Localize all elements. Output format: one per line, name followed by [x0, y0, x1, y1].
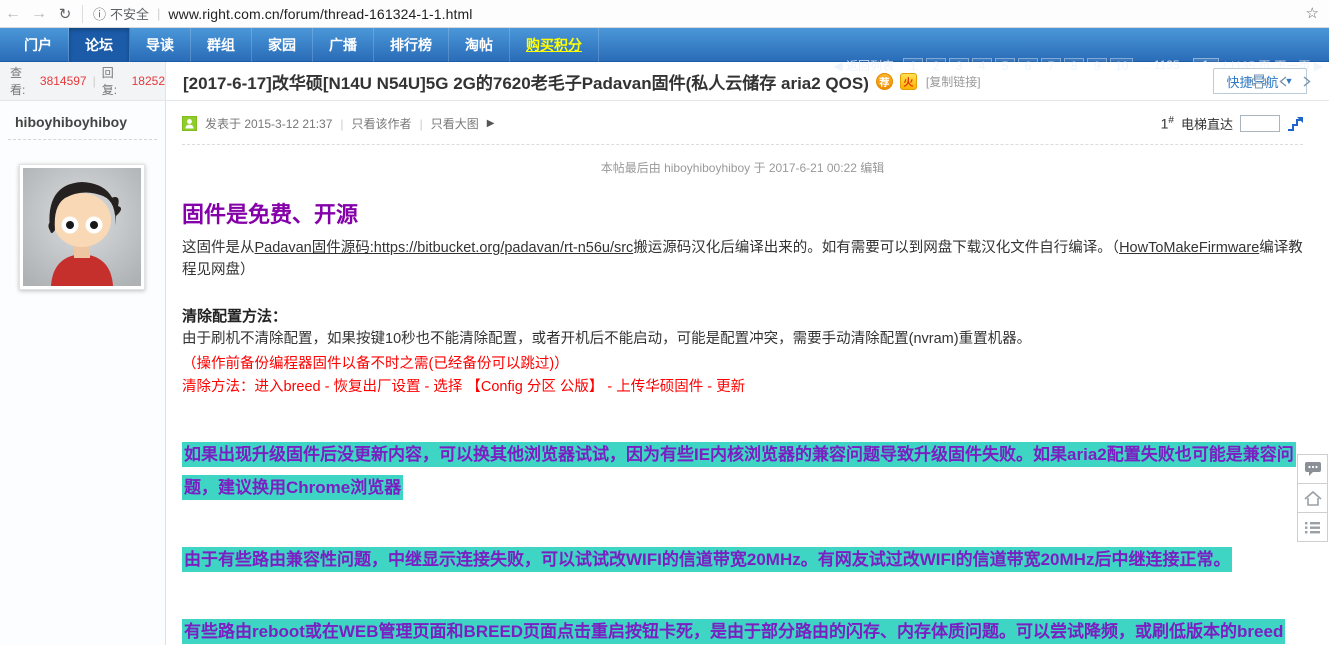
- elevator-jump-icon[interactable]: [1287, 116, 1303, 131]
- address-bar-divider: [82, 5, 83, 23]
- sidebar-divider: [8, 139, 157, 140]
- highlight-paragraph-2: 由于有些路由兼容性问题，中继显示连接失败，可以试试改WIFI的信道带宽20MHz…: [182, 543, 1300, 576]
- highlight-paragraph-1: 如果出现升级固件后没更新内容，可以换其他浏览器试试，因为有些IE内核浏览器的兼容…: [182, 438, 1300, 504]
- replies-label: 回复:: [102, 64, 128, 98]
- post-meta-right: 1# 电梯直达: [1161, 114, 1303, 133]
- replies-count: 18252: [132, 74, 165, 88]
- comment-bubble-icon: [1304, 461, 1322, 477]
- forum-navbar: 门户 论坛 导读 群组 家园 广播 排行榜 淘帖 购买积分 ◀ 返回列表 1 2…: [0, 28, 1329, 62]
- info-icon[interactable]: ⓘ: [93, 4, 106, 23]
- avatar[interactable]: [19, 164, 145, 290]
- post-content: 发表于 2015-3-12 21:37 | 只看该作者 | 只看大图 ▶ 1# …: [166, 101, 1329, 645]
- backup-warning: （操作前备份编程器固件以备不时之需(已经备份可以跳过)）: [182, 353, 1303, 376]
- clear-config-heading: 清除配置方法：: [182, 305, 1303, 326]
- url-divider: |: [157, 6, 160, 21]
- intro-text-pre: 这固件是从: [182, 240, 255, 256]
- copy-link-button[interactable]: [复制链接]: [926, 73, 981, 90]
- nav-item-taotie[interactable]: 淘帖: [449, 28, 510, 62]
- post-meta-left: 发表于 2015-3-12 21:37 | 只看该作者 | 只看大图 ▶: [182, 115, 494, 132]
- hot-badge-icon: 火: [900, 73, 917, 90]
- intro-paragraph: 这固件是从Padavan固件源码:https://bitbucket.org/p…: [182, 237, 1303, 281]
- nav-item-groups[interactable]: 群组: [191, 28, 252, 62]
- back-to-top-button[interactable]: [1297, 483, 1328, 513]
- posted-time: 发表于 2015-3-12 21:37: [205, 115, 332, 132]
- address-url[interactable]: www.right.com.cn/forum/thread-161324-1-1…: [168, 6, 472, 22]
- nav-item-broadcast[interactable]: 广播: [313, 28, 374, 62]
- list-icon: [1304, 520, 1321, 535]
- nav-item-ranking[interactable]: 排行榜: [374, 28, 449, 62]
- views-label: 查看:: [10, 64, 36, 98]
- clear-steps-warning: 清除方法：进入breed - 恢复出厂设置 - 选择 【Config 分区 公版…: [182, 376, 1303, 399]
- thread-header-tools: [1251, 62, 1329, 100]
- stats-divider: |: [93, 74, 96, 88]
- print-icon[interactable]: [1251, 74, 1267, 89]
- browser-back-icon[interactable]: ←: [0, 5, 26, 23]
- padavan-source-link[interactable]: Padavan固件源码:https://bitbucket.org/padava…: [255, 240, 634, 256]
- browser-refresh-icon[interactable]: ↻: [52, 5, 78, 23]
- play-arrow-icon: ▶: [487, 118, 495, 129]
- post-area: hiboyhiboyhiboy: [0, 101, 1329, 645]
- browser-forward-icon[interactable]: →: [26, 5, 52, 23]
- views-count: 3814597: [40, 74, 87, 88]
- nav-item-guide[interactable]: 导读: [130, 28, 191, 62]
- avatar-image: [23, 168, 141, 286]
- highlight-paragraph-3: 有些路由reboot或在WEB管理页面和BREED页面点击重启按钮卡死，是由于部…: [182, 615, 1300, 645]
- floating-toolbar: [1297, 455, 1328, 542]
- navbar-items: 门户 论坛 导读 群组 家园 广播 排行榜 淘帖 购买积分: [0, 28, 1329, 62]
- elevator-floor-input[interactable]: [1240, 115, 1280, 132]
- nav-item-forum[interactable]: 论坛: [69, 28, 130, 62]
- thread-header: 查看: 3814597 | 回复: 18252 [2017-6-17]改华硕[N…: [0, 62, 1329, 101]
- post-meta-separator: [182, 144, 1303, 145]
- next-thread-icon[interactable]: [1300, 75, 1313, 88]
- recommend-badge-icon: 荐: [876, 73, 893, 90]
- author-username[interactable]: hiboyhiboyhiboy: [0, 101, 165, 139]
- thread-title-area: [2017-6-17]改华硕[N14U N54U]5G 2G的7620老毛子Pa…: [166, 62, 1251, 100]
- browser-toolbar: ← → ↻ ⓘ 不安全 | www.right.com.cn/forum/thr…: [0, 0, 1329, 28]
- only-images-link[interactable]: 只看大图: [431, 115, 479, 132]
- nav-item-home[interactable]: 家园: [252, 28, 313, 62]
- elevator-label: 电梯直达: [1181, 114, 1233, 133]
- author-sidebar: hiboyhiboyhiboy: [0, 101, 166, 645]
- thread-list-button[interactable]: [1297, 512, 1328, 542]
- home-icon: [1304, 490, 1322, 507]
- online-status-icon: [182, 116, 197, 131]
- meta-divider-2: |: [420, 117, 423, 131]
- edit-note: 本帖最后由 hiboyhiboyhiboy 于 2017-6-21 00:22 …: [182, 159, 1303, 176]
- clear-config-body: 由于刷机不清除配置，如果按键10秒也不能清除配置，或者开机后不能启动，可能是配置…: [182, 328, 1303, 351]
- meta-divider: |: [340, 117, 343, 131]
- only-author-link[interactable]: 只看该作者: [352, 115, 412, 132]
- page: ← → ↻ ⓘ 不安全 | www.right.com.cn/forum/thr…: [0, 0, 1329, 645]
- thread-stats: 查看: 3814597 | 回复: 18252: [0, 62, 166, 100]
- security-label[interactable]: 不安全: [110, 4, 149, 23]
- reply-button[interactable]: [1297, 454, 1328, 484]
- nav-item-buy-credits[interactable]: 购买积分: [510, 28, 599, 62]
- bookmark-star-icon[interactable]: ☆: [1306, 4, 1319, 22]
- post-heading: 固件是免费、开源: [182, 197, 1303, 229]
- prev-thread-icon[interactable]: [1277, 75, 1290, 88]
- post-meta-row: 发表于 2015-3-12 21:37 | 只看该作者 | 只看大图 ▶ 1# …: [182, 114, 1303, 133]
- intro-text-mid: 搬运源码汉化后编译出来的。如有需要可以到网盘下载汉化文件自行编译。（: [633, 240, 1119, 256]
- howto-firmware-link[interactable]: HowToMakeFirmware: [1119, 240, 1259, 256]
- floor-number: 1#: [1161, 115, 1174, 132]
- thread-title: [2017-6-17]改华硕[N14U N54U]5G 2G的7620老毛子Pa…: [183, 69, 869, 94]
- nav-item-portal[interactable]: 门户: [8, 28, 69, 62]
